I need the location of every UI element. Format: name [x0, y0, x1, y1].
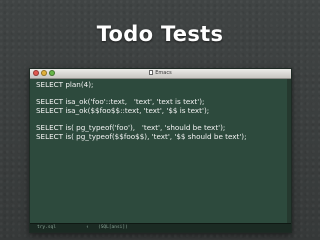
- code-editor[interactable]: SELECT plan(4); SELECT isa_ok('foo'::tex…: [36, 80, 285, 141]
- window-title: Emacs: [30, 69, 291, 78]
- slide-title: Todo Tests: [96, 22, 224, 46]
- scrollbar[interactable]: [287, 79, 291, 223]
- code-line: SELECT plan(4);: [36, 80, 94, 89]
- code-line: SELECT isa_ok($$foo$$::text, 'text', '$$…: [36, 105, 210, 115]
- modeline-filename: try.sql: [37, 225, 56, 230]
- modeline-arrow-icon: ↑: [86, 225, 89, 230]
- window-titlebar[interactable]: Emacs: [30, 69, 291, 79]
- emacs-window[interactable]: Emacs SELECT plan(4); SELECT isa_ok('foo…: [29, 68, 292, 233]
- window-title-label: Emacs: [155, 70, 172, 76]
- emacs-modeline: try.sql ↑ (SQL[ansi]): [30, 223, 291, 232]
- document-icon: [149, 70, 154, 75]
- modeline-mode: (SQL[ansi]): [98, 225, 128, 230]
- code-line: SELECT is( pg_typeof($$foo$$), 'text', '…: [36, 131, 247, 141]
